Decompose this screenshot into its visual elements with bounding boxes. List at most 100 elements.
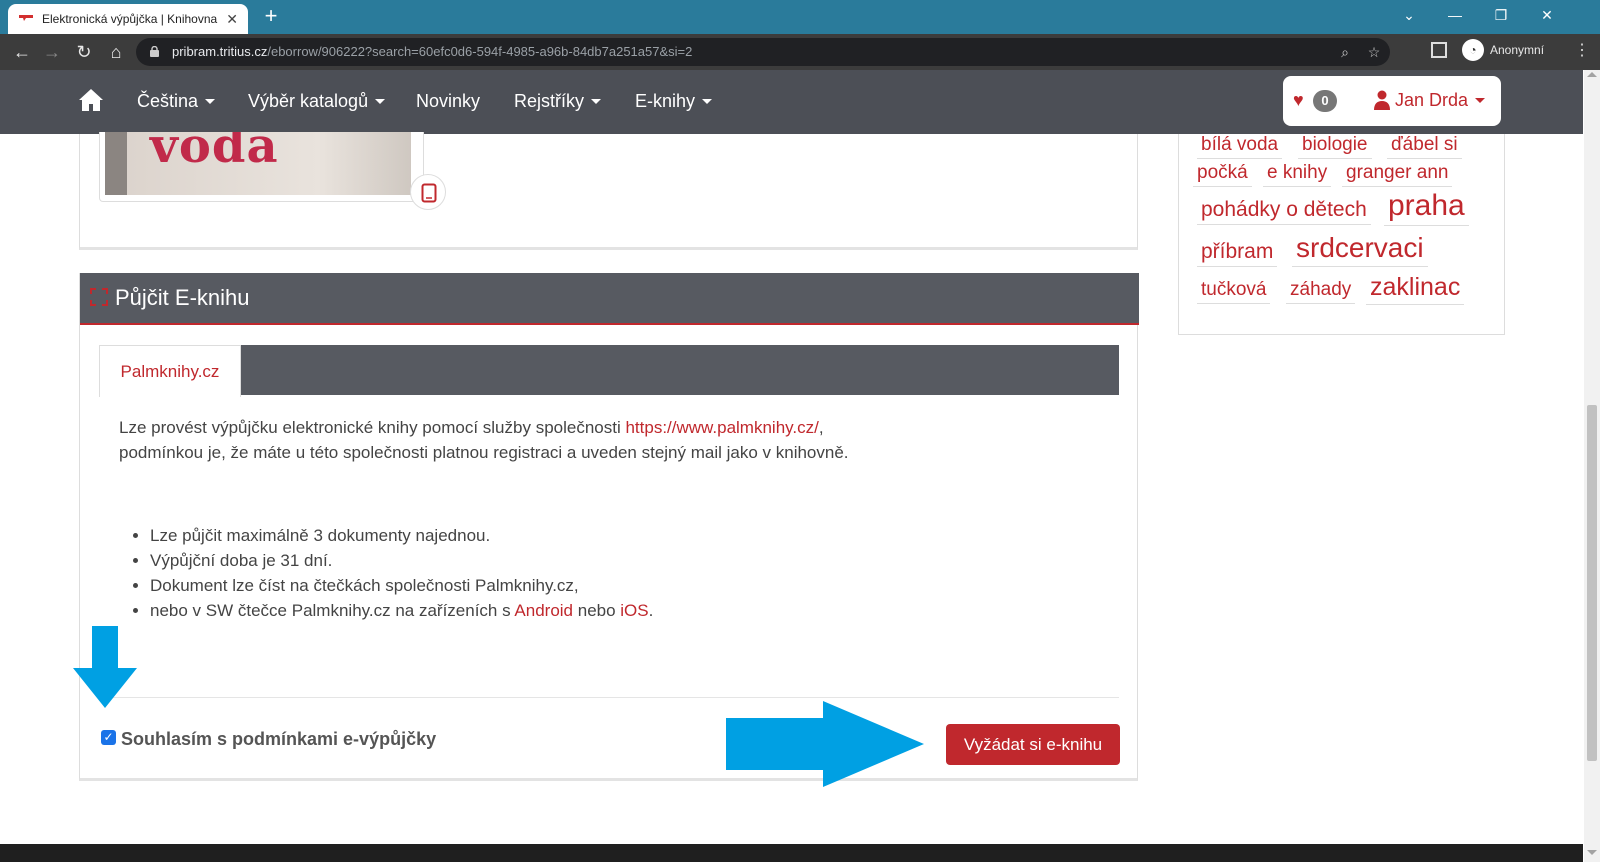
home-icon[interactable] [78, 88, 104, 112]
nav-registers-label: Rejstříky [514, 91, 585, 111]
url-path: /eborrow/906222?search=60efc0d6-594f-498… [267, 44, 693, 59]
chevron-down-icon [205, 99, 216, 104]
tag-item[interactable]: ďábel si [1387, 134, 1462, 159]
list-item: Dokument lze číst na čtečkách společnost… [150, 573, 653, 598]
tag-item[interactable]: zaklinac [1366, 273, 1465, 305]
tag-cloud: bílá voda biologie ďábel si počká e knih… [1178, 134, 1505, 335]
restore-icon[interactable]: ❐ [1478, 0, 1524, 30]
agree-checkbox[interactable]: ✓ [101, 730, 116, 745]
close-tab-icon[interactable]: ✕ [226, 11, 238, 28]
side-panel-icon[interactable] [1431, 42, 1447, 58]
heart-icon[interactable]: ♥ [1293, 90, 1304, 111]
nav-catalog-label: Výběr katalogů [248, 91, 369, 111]
browser-tab-strip: Elektronická výpůjčka | Knihovna ✕ + ⌄ —… [0, 0, 1600, 34]
borrow-description: Lze provést výpůjčku elektronické knihy … [119, 415, 1099, 465]
panel-title: Půjčit E-knihu [115, 285, 250, 310]
tag-item[interactable]: srdcervaci [1292, 232, 1428, 267]
tag-item[interactable]: příbram [1197, 240, 1278, 267]
tab-search-icon[interactable]: ⌄ [1386, 0, 1432, 30]
chevron-down-icon [591, 99, 602, 104]
profile-label: Anonymní [1490, 43, 1545, 57]
tag-item[interactable]: praha [1384, 189, 1469, 226]
incognito-icon: ◔ [1462, 39, 1484, 61]
library-favicon-icon [19, 15, 33, 21]
favorites-count-badge[interactable]: 0 [1313, 90, 1337, 112]
cond4-end: . [648, 601, 654, 620]
scroll-up-icon[interactable] [1587, 72, 1597, 77]
menu-icon[interactable]: ⋮ [1574, 40, 1590, 62]
user-menu[interactable]: Jan Drda [1395, 90, 1486, 111]
user-box: ♥ 0 Jan Drda [1283, 76, 1501, 126]
cover-text: voda [150, 132, 279, 174]
tag-item[interactable]: granger ann [1342, 162, 1453, 187]
arrow-down-annotation-icon [73, 626, 137, 708]
nav-registers[interactable]: Rejstříky [514, 91, 602, 112]
list-item: nebo v SW čtečce Palmknihy.cz na zařízen… [150, 598, 653, 623]
palmknihy-link[interactable]: https://www.palmknihy.cz/ [625, 418, 818, 437]
nav-news[interactable]: Novinky [416, 91, 480, 112]
ebook-device-badge [410, 174, 446, 210]
user-icon [1374, 90, 1390, 110]
nav-language[interactable]: Čeština [137, 91, 216, 112]
tag-item[interactable]: bílá voda [1197, 134, 1283, 159]
profile-button[interactable]: ◔ Anonymní [1462, 38, 1544, 62]
url-bar[interactable]: pribram.tritius.cz/eborrow/906222?search… [136, 38, 1390, 66]
desc-comma: , [818, 418, 824, 437]
star-icon[interactable]: ☆ [1364, 42, 1384, 62]
new-tab-button[interactable]: + [258, 4, 284, 30]
ios-link[interactable]: iOS [620, 601, 648, 620]
tag-item[interactable]: e knihy [1263, 162, 1332, 187]
scroll-down-icon[interactable] [1587, 850, 1597, 855]
list-item: Výpůjční doba je 31 dní. [150, 548, 653, 573]
cond4-text: nebo v SW čtečce Palmknihy.cz na zařízen… [150, 601, 515, 620]
nav-news-label: Novinky [416, 91, 481, 111]
divider [99, 697, 1119, 698]
nav-catalog-select[interactable]: Výběr katalogů [248, 91, 386, 112]
book-detail-panel: voda [79, 132, 1138, 250]
provider-tabs: Palmknihy.cz [99, 345, 1119, 397]
borrow-ebook-panel: Půjčit E-knihu Palmknihy.cz Lze provést … [79, 273, 1139, 781]
android-link[interactable]: Android [514, 601, 573, 620]
chevron-down-icon [375, 99, 386, 104]
list-item: Lze půjčit maximálně 3 dokumenty najedno… [150, 523, 653, 548]
nav-ebooks-label: E-knihy [635, 91, 696, 111]
nav-ebooks[interactable]: E-knihy [635, 91, 713, 112]
minimize-icon[interactable]: — [1432, 0, 1478, 30]
arrow-right-annotation-icon [726, 701, 924, 787]
back-icon[interactable]: ← [10, 40, 34, 64]
browser-tab[interactable]: Elektronická výpůjčka | Knihovna ✕ [8, 4, 248, 34]
tag-item[interactable]: počká [1193, 162, 1252, 187]
reload-icon[interactable]: ↻ [72, 40, 96, 64]
cover-frame: voda [99, 132, 446, 210]
browser-home-icon[interactable]: ⌂ [104, 40, 128, 64]
tag-item[interactable]: pohádky o dětech [1197, 198, 1371, 225]
book-cover-image[interactable]: voda [105, 132, 411, 195]
scrollbar-thumb[interactable] [1587, 405, 1597, 761]
conditions-list: Lze půjčit maximálně 3 dokumenty najedno… [150, 523, 653, 623]
request-ebook-button[interactable]: Vyžádat si e-knihu [946, 724, 1120, 765]
tablet-icon [421, 183, 437, 203]
tag-item[interactable]: záhady [1286, 279, 1356, 304]
tab-palmknihy[interactable]: Palmknihy.cz [99, 345, 241, 397]
agree-label[interactable]: Souhlasím s podmínkami e-výpůjčky [121, 729, 436, 750]
zoom-icon[interactable]: ⌕ [1335, 42, 1355, 62]
lock-icon [150, 46, 159, 57]
page-footer [0, 844, 1583, 862]
desc-text: Lze provést výpůjčku elektronické knihy … [119, 418, 626, 437]
desc-line2: podmínkou je, že máte u této společnosti… [119, 443, 849, 462]
chevron-down-icon [702, 99, 713, 104]
ebook-icon [90, 288, 108, 306]
tag-item[interactable]: tučková [1197, 279, 1271, 304]
tab-title: Elektronická výpůjčka | Knihovna [42, 12, 218, 26]
site-navbar: Čeština Výběr katalogů Novinky Rejstříky… [0, 70, 1583, 134]
forward-icon[interactable]: → [40, 40, 64, 64]
url-text: pribram.tritius.cz/eborrow/906222?search… [172, 44, 692, 59]
panel-header: Půjčit E-knihu [80, 273, 1139, 325]
tag-item[interactable]: biologie [1298, 134, 1372, 159]
address-toolbar: ← → ↻ ⌂ pribram.tritius.cz/eborrow/90622… [0, 34, 1600, 70]
url-host: pribram.tritius.cz [172, 44, 268, 59]
close-window-icon[interactable]: ✕ [1524, 0, 1570, 30]
user-name: Jan Drda [1395, 90, 1469, 110]
chevron-down-icon [1475, 98, 1486, 103]
nav-language-label: Čeština [137, 91, 199, 111]
